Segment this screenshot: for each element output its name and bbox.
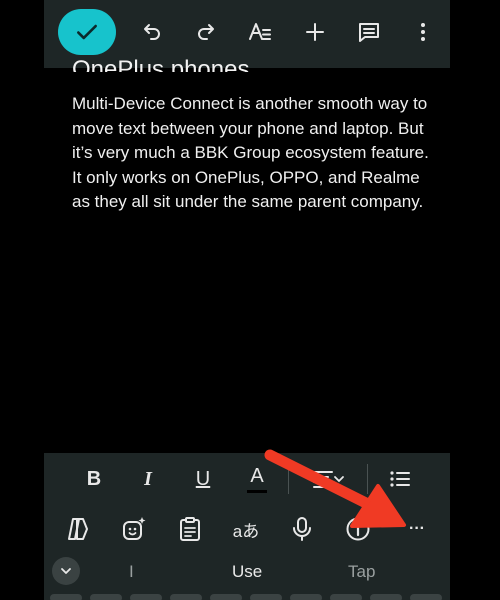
keyboard-key[interactable] [330,594,362,600]
voice-input-button[interactable] [282,505,322,553]
alignment-dropdown[interactable] [304,453,354,505]
translate-button[interactable]: aあ [226,505,266,553]
suggestion-item[interactable]: Use [232,561,262,583]
expand-suggestions-button[interactable] [52,557,80,585]
text-color-glyph: A [250,465,264,487]
keyboard-keys-row [44,593,450,600]
keyboard-more-button[interactable]: ··· [397,505,437,553]
plus-icon [306,23,324,41]
info-icon [346,517,370,541]
keyboard-key[interactable] [170,594,202,600]
chevron-down-icon [61,568,71,574]
redo-icon [198,24,214,40]
redo-button[interactable] [186,6,226,58]
done-button[interactable] [58,9,116,55]
left-margin [0,0,44,600]
suggestion-item[interactable]: Tap [348,561,375,583]
keyboard-key[interactable] [290,594,322,600]
text-color-swatch: A [247,463,267,495]
italic-button[interactable]: I [128,453,168,505]
insert-button[interactable] [295,6,335,58]
keyboard-key[interactable] [50,594,82,600]
info-button[interactable] [338,505,378,553]
document-editor: OnePlus phones Multi-Device Connect is a… [44,0,450,600]
sticker-button[interactable] [114,505,154,553]
suggestion-strip: I Use Tap [44,553,450,593]
right-margin [450,0,500,600]
color-underline [247,490,267,493]
undo-icon [144,24,160,40]
keyboard-key[interactable] [370,594,402,600]
checkmark-icon [77,24,97,40]
microphone-icon [293,517,311,541]
clipboard-icon [180,517,200,541]
bold-button[interactable]: B [74,453,114,505]
underline-button[interactable]: U [183,453,223,505]
emoji-sparkle-icon [123,517,146,540]
bulleted-list-icon [390,471,410,487]
bulleted-list-button[interactable] [380,453,420,505]
keyboard-key[interactable] [210,594,242,600]
document-paragraph[interactable]: Multi-Device Connect is another smooth w… [72,92,434,215]
keyboard-key[interactable] [250,594,282,600]
more-options-button[interactable] [403,6,443,58]
text-color-button[interactable]: A [237,453,277,505]
text-format-icon [249,23,271,40]
comment-button[interactable] [349,6,389,58]
suggestion-item[interactable]: I [129,561,134,583]
keyboard-toolbar: aあ ··· [44,505,450,553]
text-format-button[interactable] [240,6,280,58]
keyboard-key[interactable] [130,594,162,600]
section-heading: OnePlus phones [72,58,250,72]
clipboard-button[interactable] [170,505,210,553]
keyboard-key[interactable] [410,594,442,600]
format-divider [288,464,289,494]
align-left-icon [313,471,344,488]
keyboard-key[interactable] [90,594,122,600]
undo-button[interactable] [132,6,172,58]
copilot-button[interactable] [58,505,98,553]
formatting-bar: B I U A [44,453,450,505]
comment-icon [359,23,379,42]
format-divider [367,464,368,494]
copilot-icon [68,518,88,540]
vertical-dots-icon [421,23,425,41]
